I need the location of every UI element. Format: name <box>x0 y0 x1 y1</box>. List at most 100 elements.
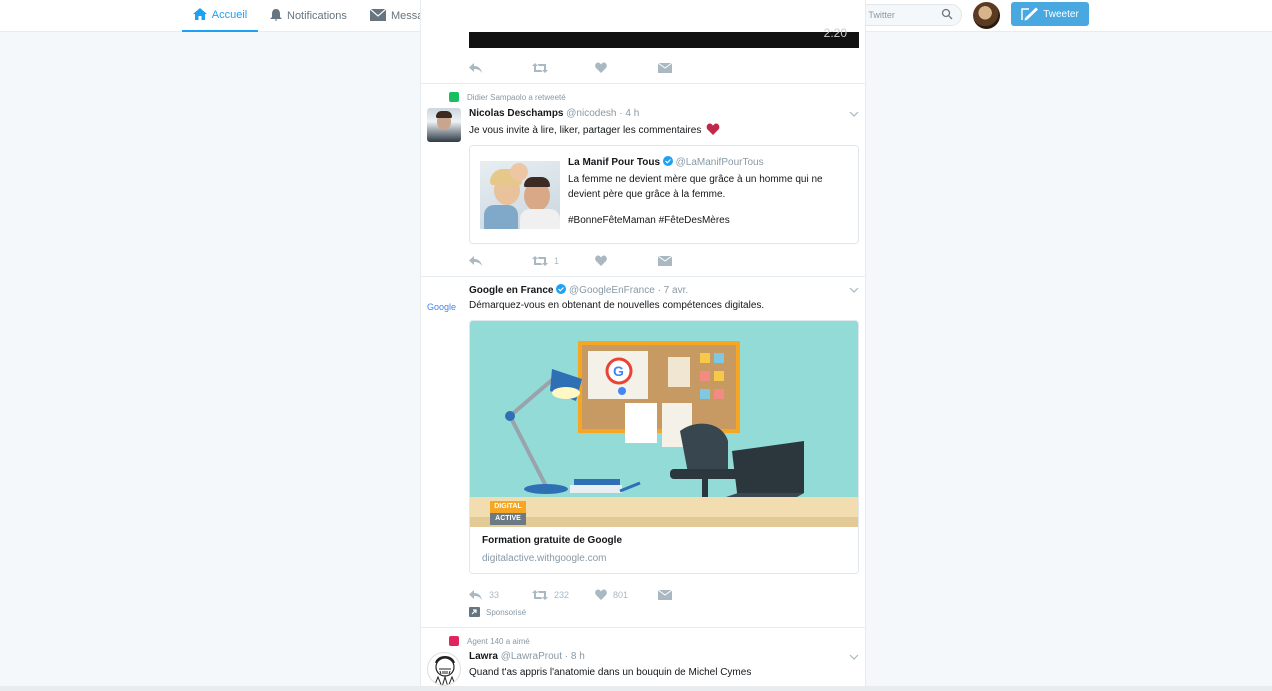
card-url[interactable]: digitalactive.withgoogle.com <box>482 553 607 564</box>
nav-notifications-label: Notifications <box>287 10 347 22</box>
cartoon-avatar-icon <box>434 656 456 685</box>
retweet-count: 232 <box>554 589 570 600</box>
dm-share-button[interactable] <box>658 589 721 600</box>
google-logo-text: Google <box>427 302 457 312</box>
avatar[interactable]: Google <box>427 290 461 324</box>
card-title[interactable]: Formation gratuite de Google <box>482 535 622 546</box>
tweet-header: Google en France @GoogleEnFrance · 7 avr… <box>469 284 688 296</box>
active-badge: ACTIVE <box>490 513 526 525</box>
nav-home-tab[interactable]: Accueil <box>182 0 258 32</box>
quoted-tweet-image[interactable] <box>480 161 560 229</box>
sponsored-text: Sponsorisé <box>486 607 527 617</box>
retweet-icon <box>532 255 548 266</box>
tweet-actions: 1 <box>469 255 721 266</box>
compose-tweet-button[interactable]: Tweeter <box>1011 2 1089 26</box>
like-context-icon <box>449 636 459 646</box>
quoted-line-2: devient père que grâce à la femme. <box>568 189 726 200</box>
digital-badge: DIGITAL <box>490 501 526 513</box>
reply-icon <box>469 62 482 73</box>
tweet-text: Démarquez-vous en obtenant de nouvelles … <box>469 300 765 311</box>
like-button[interactable] <box>595 62 658 73</box>
like-button[interactable] <box>595 255 658 266</box>
video-timestamp: 2:20 <box>823 26 847 40</box>
tweet-author-handle[interactable]: @LawraProut <box>501 651 562 662</box>
retweet-context-icon <box>449 92 459 102</box>
tweet-text-content: Je vous invite à lire, liker, partager l… <box>469 125 702 136</box>
compose-icon <box>1021 7 1039 21</box>
promoted-label: Sponsorisé <box>469 607 526 617</box>
quoted-tweet[interactable]: La Manif Pour Tous @LaManifPourTous La f… <box>469 145 859 244</box>
link-card[interactable]: G DIGITAL ACTIVE Formation gratuite de G… <box>469 320 859 574</box>
svg-text:G: G <box>613 363 624 379</box>
tweet-text: Je vous invite à lire, liker, partager l… <box>469 123 720 136</box>
reply-count: 33 <box>489 589 500 600</box>
envelope-share-icon <box>658 589 672 600</box>
envelope-share-icon <box>658 62 672 73</box>
heart-icon <box>595 62 607 73</box>
timeline-stream: 2:20 Didier Sampaolo a retweeté Nicolas … <box>420 0 866 691</box>
nav-notifications-tab[interactable]: Notifications <box>270 0 347 32</box>
quoted-tweet-header: La Manif Pour Tous @LaManifPourTous <box>568 156 764 168</box>
card-illustration[interactable]: G DIGITAL ACTIVE <box>470 321 858 527</box>
user-avatar[interactable] <box>973 2 1000 29</box>
nav-home-label: Accueil <box>211 9 248 21</box>
retweet-count: 1 <box>554 255 560 266</box>
like-context-text: Agent 140 a aimé <box>467 636 530 646</box>
retweet-context: Didier Sampaolo a retweeté <box>449 92 566 102</box>
quoted-line-1: La femme ne devient mère que grâce à un … <box>568 174 823 185</box>
tweet-actions: 33 232 801 <box>469 589 721 600</box>
tweet-author-name[interactable]: Google en France <box>469 285 553 296</box>
chevron-down-icon[interactable] <box>849 286 859 294</box>
like-context: Agent 140 a aimé <box>449 636 530 646</box>
tweet-header: Nicolas Deschamps @nicodesh · 4 h <box>469 108 639 119</box>
avatar[interactable] <box>427 108 461 142</box>
chevron-down-icon[interactable] <box>849 110 859 118</box>
video-player[interactable]: 2:20 <box>469 26 859 48</box>
dm-share-button[interactable] <box>658 255 721 266</box>
reply-button[interactable] <box>469 62 532 73</box>
envelope-share-icon <box>658 255 672 266</box>
search-icon[interactable] <box>941 8 953 20</box>
like-button[interactable]: 801 <box>595 589 658 600</box>
promoted-icon <box>469 607 480 617</box>
tweet-time[interactable]: · 4 h <box>619 108 639 119</box>
tweet-author-name[interactable]: Lawra <box>469 651 498 662</box>
reply-button[interactable]: 33 <box>469 589 532 600</box>
retweet-context-text: Didier Sampaolo a retweeté <box>467 92 566 102</box>
reply-button[interactable] <box>469 255 532 266</box>
desk-illustration: G <box>470 321 858 527</box>
envelope-icon <box>369 8 387 24</box>
heart-icon <box>595 589 607 600</box>
quoted-tweet-text: La femme ne devient mère que grâce à un … <box>568 172 853 228</box>
reply-icon <box>469 589 482 600</box>
bell-icon <box>270 8 282 24</box>
avatar[interactable] <box>427 652 461 686</box>
quoted-author-name[interactable]: La Manif Pour Tous <box>568 157 660 168</box>
verified-badge-icon <box>662 156 673 166</box>
tweet-author-name[interactable]: Nicolas Deschamps <box>469 108 564 119</box>
quoted-hashtags[interactable]: #BonneFêteMaman #FêteDesMères <box>568 213 853 228</box>
tweet-time[interactable]: · 7 avr. <box>658 285 689 296</box>
tweet-actions <box>469 62 721 73</box>
reply-icon <box>469 255 482 266</box>
chevron-down-icon[interactable] <box>849 653 859 661</box>
retweet-button[interactable] <box>532 62 595 73</box>
retweet-button[interactable]: 232 <box>532 589 595 600</box>
tweet-author-handle[interactable]: @GoogleEnFrance <box>569 285 655 296</box>
tweet-text: Quand t'as appris l'anatomie dans un bou… <box>469 667 752 678</box>
like-count: 801 <box>613 589 629 600</box>
tweet-author-handle[interactable]: @nicodesh <box>566 108 616 119</box>
red-heart-icon <box>706 123 720 135</box>
retweet-button[interactable]: 1 <box>532 255 595 266</box>
retweet-icon <box>532 589 548 600</box>
heart-icon <box>595 255 607 266</box>
home-icon <box>192 7 207 23</box>
compose-tweet-label: Tweeter <box>1043 8 1079 20</box>
verified-badge-icon <box>556 284 567 294</box>
retweet-icon <box>532 62 548 73</box>
tweet-header: Lawra @LawraProut · 8 h <box>469 651 585 662</box>
dm-share-button[interactable] <box>658 62 721 73</box>
window-bottom-edge <box>0 686 1272 691</box>
quoted-author-handle[interactable]: @LaManifPourTous <box>676 157 764 168</box>
tweet-time[interactable]: · 8 h <box>565 651 585 662</box>
